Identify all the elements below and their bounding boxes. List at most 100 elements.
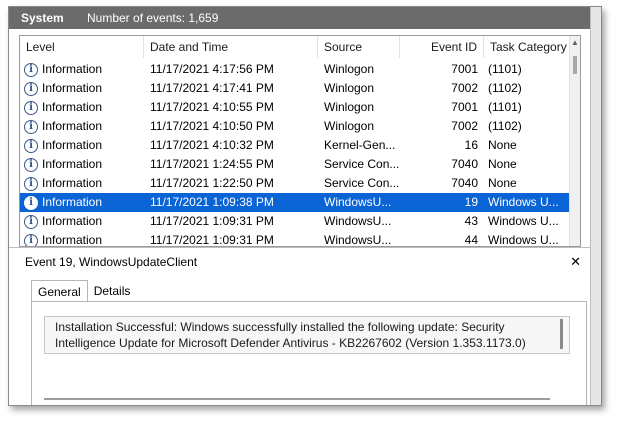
table-row[interactable]: i Information 11/17/2021 1:24:55 PM Service… [20,155,570,174]
event-id-cell: 43 [464,214,478,228]
table-row[interactable]: i Information 11/17/2021 4:10:50 PM Winlogo… [20,117,570,136]
level-label: Information [42,81,103,95]
level-cell: i Information [20,231,144,247]
level-cell: i Information [20,60,144,79]
task-category-cell: None [488,176,517,190]
level-label: Information [42,157,103,171]
log-header: System Number of events: 1,659 [9,7,601,29]
source-cell: WindowsU... [324,214,392,228]
task-category-cell: (1102) [488,81,522,95]
task-category-cell: Windows U... [488,233,559,247]
level-cell: i Information [20,136,144,155]
table-header: Level Date and Time Source Event ID Task… [20,36,570,58]
panel-horizontal-scrollbar[interactable] [44,398,550,400]
level-cell: i Information [20,79,144,98]
information-icon: i [24,100,38,115]
source-cell: Winlogon [324,62,375,76]
event-detail-title: Event 19, WindowsUpdateClient [25,255,198,269]
event-id-cell: 7040 [451,157,478,171]
source-cell: Service Con... [324,157,400,171]
tab-details[interactable]: Details [88,280,137,302]
column-source[interactable]: Source [318,36,400,58]
source-cell: Winlogon [324,100,375,114]
information-icon: i [24,62,38,77]
event-id-cell: 7040 [451,176,478,190]
level-cell: i Information [20,193,144,212]
date-time-cell: 11/17/2021 1:09:38 PM [150,195,274,209]
task-category-cell: Windows U... [488,195,559,209]
log-name: System [21,11,64,25]
level-label: Information [42,138,103,152]
date-time-cell: 11/17/2021 1:09:31 PM [150,214,274,228]
column-event-id[interactable]: Event ID [400,36,484,58]
events-table: Level Date and Time Source Event ID Task… [19,35,581,247]
event-viewer-window: System Number of events: 1,659 Level Dat… [8,6,602,406]
event-id-cell: 7001 [451,62,478,76]
date-time-cell: 11/17/2021 4:17:56 PM [150,62,274,76]
table-row[interactable]: i Information 11/17/2021 1:09:31 PM Windows… [20,212,570,231]
table-body: i Information 11/17/2021 4:17:56 PM Winlogo… [20,60,570,247]
level-cell: i Information [20,174,144,193]
tab-general[interactable]: General [31,280,88,302]
column-level[interactable]: Level [20,36,144,58]
event-id-cell: 7001 [451,100,478,114]
date-time-cell: 11/17/2021 1:09:31 PM [150,233,274,247]
source-cell: Winlogon [324,119,375,133]
table-scrollbar[interactable]: ▲ [569,36,580,246]
scrollbar-thumb[interactable] [573,56,577,74]
table-row[interactable]: i Information 11/17/2021 4:17:56 PM Winlogo… [20,60,570,79]
event-detail-header: Event 19, WindowsUpdateClient ✕ [25,253,585,271]
information-icon: i [24,214,38,229]
event-id-cell: 44 [464,233,478,247]
level-cell: i Information [20,98,144,117]
event-count: Number of events: 1,659 [87,11,219,25]
information-icon: i [24,119,38,134]
event-id-cell: 7002 [451,81,478,95]
message-scrollbar[interactable] [560,319,563,349]
task-category-cell: Windows U... [488,214,559,228]
source-cell: WindowsU... [324,195,392,209]
event-message[interactable]: Installation Successful: Windows success… [44,316,570,354]
source-cell: WindowsU... [324,233,392,247]
level-label: Information [42,214,103,228]
date-time-cell: 11/17/2021 1:22:50 PM [150,176,274,190]
column-date-time[interactable]: Date and Time [144,36,318,58]
task-category-cell: (1102) [488,119,522,133]
table-row[interactable]: i Information 11/17/2021 4:17:41 PM Winlogo… [20,79,570,98]
task-category-cell: (1101) [488,100,522,114]
level-cell: i Information [20,117,144,136]
level-label: Information [42,176,103,190]
date-time-cell: 11/17/2021 4:17:41 PM [150,81,274,95]
information-icon: i [24,176,38,191]
level-label: Information [42,233,103,247]
pane-divider[interactable] [9,247,601,248]
event-id-cell: 19 [464,195,478,209]
level-label: Information [42,100,103,114]
actions-pane-edge [590,7,601,405]
level-cell: i Information [20,212,144,231]
date-time-cell: 11/17/2021 1:24:55 PM [150,157,274,171]
date-time-cell: 11/17/2021 4:10:55 PM [150,100,274,114]
general-tab-panel: Installation Successful: Windows success… [31,301,587,405]
close-icon[interactable]: ✕ [570,253,585,271]
information-icon: i [24,195,38,210]
detail-tabs: General Details [31,280,136,302]
information-icon: i [24,81,38,96]
event-id-cell: 7002 [451,119,478,133]
table-row[interactable]: i Information 11/17/2021 1:09:38 PM Windows… [20,193,570,212]
level-cell: i Information [20,155,144,174]
column-task-category[interactable]: Task Category [484,36,570,58]
table-row[interactable]: i Information 11/17/2021 1:22:50 PM Service… [20,174,570,193]
source-cell: Winlogon [324,81,375,95]
table-row[interactable]: i Information 11/17/2021 1:09:31 PM Windows… [20,231,570,247]
level-label: Information [42,62,103,76]
event-id-cell: 16 [464,138,478,152]
information-icon: i [24,138,38,153]
table-row[interactable]: i Information 11/17/2021 4:10:32 PM Kernel-… [20,136,570,155]
level-label: Information [42,119,103,133]
task-category-cell: (1101) [488,62,522,76]
task-category-cell: None [488,157,517,171]
level-label: Information [42,195,103,209]
table-row[interactable]: i Information 11/17/2021 4:10:55 PM Winlogo… [20,98,570,117]
scroll-up-icon[interactable]: ▲ [571,38,579,47]
